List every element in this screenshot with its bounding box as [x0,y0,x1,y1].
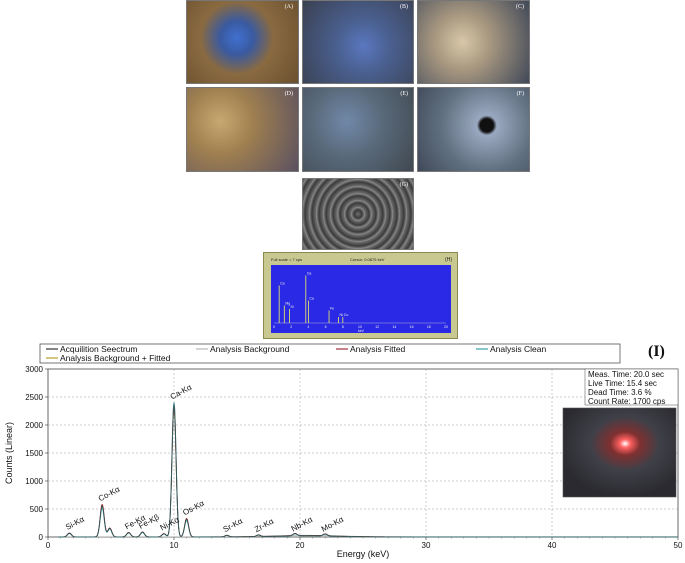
live-time: Live Time: 15.4 sec [588,379,657,388]
x-tick-label: 0 [46,541,51,550]
dead-time: Dead Time: 3.6 % [588,388,652,397]
panel-label: (G) [399,182,408,188]
eds-peak-label: Ca [309,297,314,301]
eds-peak-label: Fe [330,307,334,311]
panel-label: (E) [400,91,408,97]
legend: Acquilition Seectrum Analysis Background A… [39,343,621,364]
x-axis-label: Energy (keV) [337,549,390,559]
eds-peak-label: Cu [344,313,349,317]
eds-tick-label: 14 [392,325,396,329]
eds-peak-label: Ni [340,313,344,317]
measurement-spot-photo [562,407,677,498]
sem-micrograph-panel-g: (G) [302,178,414,250]
eds-peak-label: Si [290,305,293,309]
eds-tick-label: 0 [273,325,275,329]
eds-spectrum-inset: Full scale = 7 cps Cursor: 0.0875 keV (H… [263,252,458,339]
x-tick-label: 50 [674,541,683,550]
eds-panel-label: (H) [445,257,452,263]
measurement-info: Meas. Time: 20.0 sec Live Time: 15.4 sec… [584,368,679,406]
eds-tick-label: 6 [325,325,327,329]
eds-peak-label: Ca [307,272,312,276]
eds-cursor: Cursor: 0.0875 keV [350,257,385,262]
legend-entry: Analysis Background + Fitted [60,353,171,363]
photo-panel-d: (D) [186,87,299,172]
panel-label: (A) [284,4,293,10]
y-axis-label: Counts (Linear) [4,422,14,484]
legend-entry: Analysis Fitted [350,344,406,354]
y-tick-label: 500 [30,505,44,514]
eds-peak-label: Ca [280,282,285,286]
x-tick-label: 10 [170,541,179,550]
panel-label: (C) [516,4,524,10]
panel-label: (D) [284,91,293,97]
x-tick-label: 20 [296,541,305,550]
eds-plot: CaMgSiCaCaFeNi Cu0 2 4 6 8 10 12 14 16 18 20keV [273,272,448,334]
eds-tick-label: 8 [342,325,344,329]
y-tick-label: 3000 [25,365,43,374]
eds-tick-label: 2 [290,325,292,329]
count-rate: Count Rate: 1700 cps [588,397,665,406]
y-tick-label: 1500 [25,449,43,458]
eds-tick-label: 12 [375,325,379,329]
panel-label: (B) [400,4,408,10]
x-tick-label: 40 [548,541,557,550]
photo-panel-f: (F) [417,87,530,172]
y-tick-label: 1000 [25,477,43,486]
figure-label: (I) [648,343,665,360]
y-tick-label: 0 [39,533,44,542]
meas-time: Meas. Time: 20.0 sec [588,370,664,379]
eds-tick-label: 18 [427,325,431,329]
eds-full-scale: Full scale = 7 cps [271,257,303,262]
xrf-spectrum-chart: Acquilition Seectrum Analysis Background A… [4,343,683,559]
eds-axis-unit: keV [358,329,365,333]
eds-tick-label: 4 [307,325,309,329]
panel-label: (F) [516,91,524,97]
y-tick-label: 2000 [25,421,43,430]
photo-panel-b: (B) [302,0,414,84]
legend-entry: Analysis Clean [490,344,546,354]
x-tick-label: 30 [422,541,431,550]
legend-entry: Analysis Background [210,344,290,354]
photo-panel-c: (C) [417,0,530,84]
photo-panel-e: (E) [302,87,414,172]
eds-plot-area: Ca Mg Si Ca Ca Fe Ni Cu 0 2 4 6 8 10 12 14 16 18 20 keV [271,265,451,333]
photo-panel-a: (A) [186,0,299,84]
y-tick-label: 2500 [25,393,43,402]
eds-tick-label: 20 [444,325,448,329]
eds-tick-label: 16 [410,325,414,329]
